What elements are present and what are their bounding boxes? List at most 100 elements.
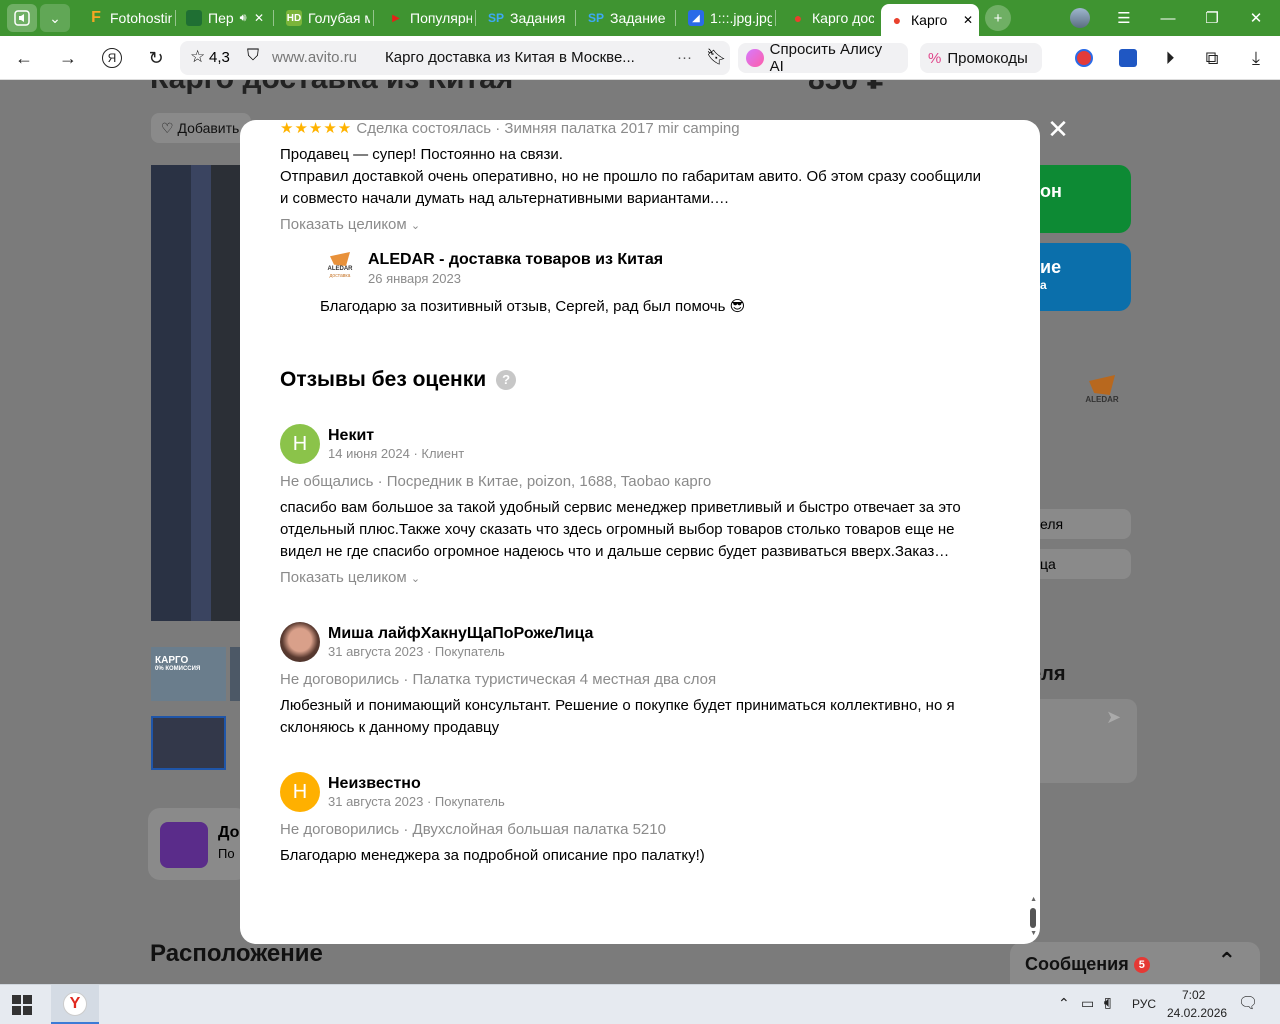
promo-subtitle: По [218,846,235,861]
menu-button[interactable]: ☰ [1112,6,1136,30]
reviewer-name[interactable]: Миша лайфХакнуЩаПоРожеЛица [328,624,593,644]
main-photo[interactable] [151,165,251,621]
back-button[interactable]: ← [12,46,36,70]
profile-avatar[interactable] [1068,6,1092,30]
avatar[interactable] [280,622,320,662]
tab-4[interactable]: ▶ Популярн [380,5,472,31]
extension-1-button[interactable] [1072,46,1096,70]
reviewer-name[interactable]: Некит [328,426,374,446]
media-button[interactable]: ⏵ [1158,46,1182,70]
promo-codes-button[interactable]: % Промокоды [920,43,1042,73]
scroll-down-arrow[interactable]: ▼ [1030,930,1037,937]
reload-button[interactable]: ↻ [144,46,168,70]
tab-6[interactable]: SP Задание [580,5,672,31]
tab-title: Голубая м [308,10,370,26]
forward-button[interactable]: → [56,46,80,70]
url-field[interactable]: ☆ 4,3 ⛉ www.avito.ru Карго доставка из К… [180,41,730,75]
thumbnail-1[interactable]: КАРГО 0% КОМИССИЯ [151,647,226,701]
tab-1[interactable]: F Fotohosting [80,5,172,31]
minimize-button[interactable]: — [1156,6,1180,30]
language-indicator[interactable]: РУС [1132,997,1156,1011]
write-message-sub: а [1040,278,1047,292]
seller-link-1[interactable]: еля [1030,509,1131,539]
seller-link-2[interactable]: ца [1030,549,1131,579]
seller-reply-text: Благодарю за позитивный отзыв, Сергей, р… [320,298,746,315]
new-tab-button[interactable]: + [985,5,1011,31]
restore-button[interactable]: ❐ [1200,6,1224,30]
tab-title: 1:::.jpg.jpg [710,10,772,26]
tab-separator [373,10,374,26]
write-message-button[interactable]: ие а [1030,243,1131,311]
review-meta: ★★★★★ Сделка состоялась · Зимняя палатка… [280,120,990,140]
thumbnail-3[interactable] [151,716,226,770]
close-modal-button[interactable]: ✕ [1046,116,1070,142]
modal-scrollbar[interactable] [1030,908,1036,928]
chevron-down-icon: ⌄ [49,9,61,26]
seller-reply-logo: ALEDAR доставка [326,252,354,282]
tab-9[interactable]: ● Карго ✕ [881,4,979,36]
notifications-icon[interactable]: 🗨︎ [1238,993,1258,1013]
tab-8[interactable]: ● Карго дос [782,5,874,31]
tab-7[interactable]: ◢ 1:::.jpg.jpg [680,5,772,31]
sp-icon: SP [588,11,605,25]
ask-alice-button[interactable]: Спросить Алису AI [738,41,908,75]
yandex-button[interactable]: Я [100,46,124,70]
seller-logo[interactable]: ALEDAR [1082,375,1122,417]
restore-icon: ❐ [1205,10,1219,27]
close-icon: ✕ [1047,114,1069,144]
collections-icon: ⧉ [1205,47,1219,68]
arrow-right-icon: → [59,47,77,68]
clock-date[interactable]: 24.02.2026 [1167,1006,1227,1020]
thumbnail-2[interactable] [230,647,240,701]
taskbar-browser-button[interactable]: Y [51,985,99,1024]
tab-3[interactable]: HD Голубая м [278,5,370,31]
more-icon[interactable]: ··· [677,49,692,66]
close-tab-icon[interactable]: ✕ [963,13,979,27]
yandex-icon: Я [102,48,122,68]
clock-time[interactable]: 7:02 [1182,988,1205,1002]
tab-separator [475,10,476,26]
avatar[interactable]: Н [280,772,320,812]
review-context: Не договорились · Палатка туристическая … [280,671,717,688]
tab-title: Задания [510,10,566,26]
tab-separator [775,10,776,26]
avatar[interactable]: Н [280,424,320,464]
close-window-button[interactable]: ✕ [1244,6,1268,30]
star-icon: ☆ [190,47,206,66]
favorite-button[interactable]: ♡ Добавить [151,113,251,143]
fotohosting-icon: F [91,9,101,26]
promo-codes-label: Промокоды [947,49,1028,67]
tab-5[interactable]: SP Задания [480,5,572,31]
reply-logo-text: ALEDAR [327,266,353,272]
show-phone-button[interactable]: он [1030,165,1131,233]
review-date: 31 августа 2023 · Покупатель [328,644,505,659]
show-more-link[interactable]: Показать целиком ⌄ [280,214,440,237]
review-context: Не договорились · Двухслойная большая па… [280,821,666,838]
seller-reply-name[interactable]: ALEDAR - доставка товаров из Китая [368,250,663,270]
start-button[interactable] [12,995,34,1017]
bookmark-icon[interactable]: 🔖︎ [706,47,726,67]
tabs-dropdown-button[interactable]: ⌄ [40,4,70,32]
tab-separator [575,10,576,26]
extension-2-button[interactable] [1116,46,1140,70]
help-icon[interactable]: ? [496,370,517,390]
review-deal-meta: Сделка состоялась · Зимняя палатка 2017 … [356,120,740,137]
send-icon[interactable]: ➤ [1106,707,1121,728]
show-more-link[interactable]: Показать целиком ⌄ [280,567,440,590]
messages-panel[interactable]: Сообщения 5 ⌃ [1010,942,1260,984]
promo-card[interactable]: До По [148,808,248,880]
downloads-button[interactable]: ⤓ [1244,46,1268,70]
chevron-up-icon[interactable]: ⌃ [1218,948,1236,974]
volume-icon[interactable]: 🔈︎ [1104,994,1113,1011]
tray-overflow-icon[interactable]: ⌃ [1058,995,1070,1012]
pen-icon[interactable]: ▭ [1081,995,1094,1012]
audio-playing-icon[interactable]: 🔊︎ [240,12,247,25]
ask-seller-box[interactable]: ➤ [1030,699,1137,783]
collections-button[interactable]: ⧉ [1200,46,1224,70]
browser-menu-button[interactable] [7,4,37,32]
reviewer-name[interactable]: Неизвестно [328,774,421,794]
close-tab-icon[interactable]: ✕ [254,11,270,25]
tab-2[interactable]: Пер 🔊︎ ✕ [178,5,270,31]
write-message-label: ие [1040,257,1062,277]
scroll-up-arrow[interactable]: ▲ [1030,896,1037,903]
